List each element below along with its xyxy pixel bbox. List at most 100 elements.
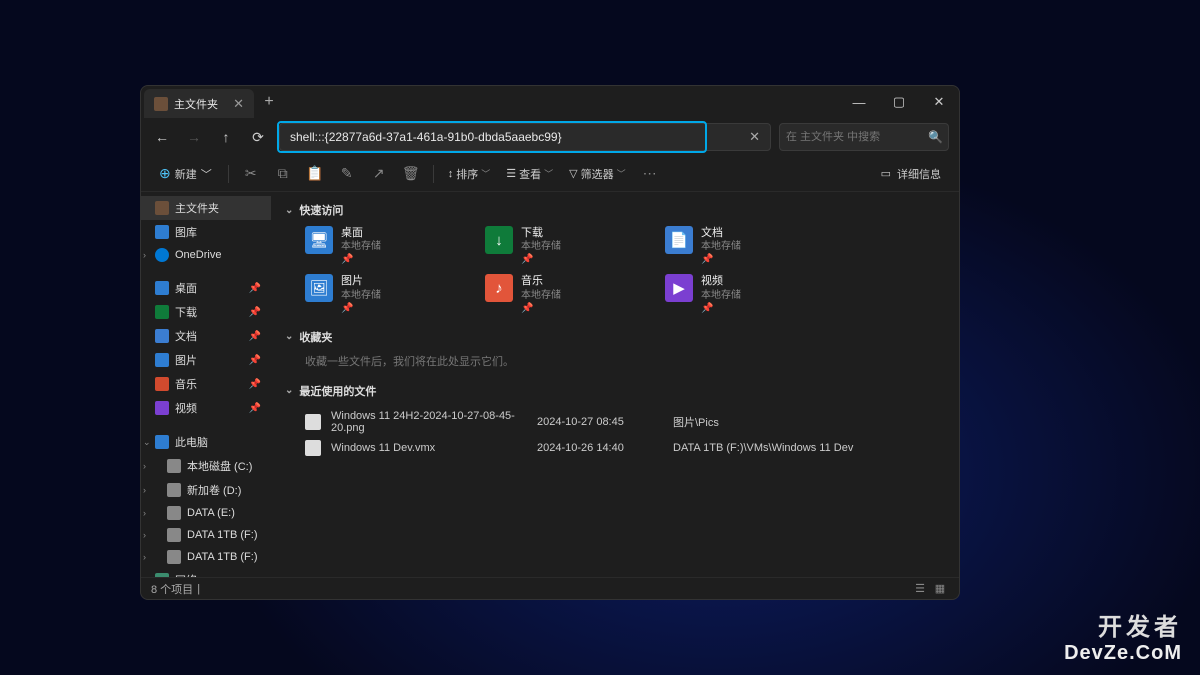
chevron-down-icon: ⌄: [285, 385, 293, 396]
delete-button[interactable]: 🗑: [397, 160, 425, 188]
search-icon: 🔍: [928, 130, 943, 144]
pin-icon: 📌: [341, 253, 381, 266]
item-count: 8 个项目: [151, 581, 193, 597]
search-input[interactable]: [786, 131, 928, 143]
sidebar-item-downloads[interactable]: 下载📌: [141, 300, 271, 324]
disk-icon: [167, 459, 181, 473]
chevron-down-icon: ﹀: [201, 166, 212, 182]
pin-icon[interactable]: 📌: [249, 355, 261, 366]
chevron-right-icon[interactable]: ›: [143, 461, 146, 471]
favorites-empty-text: 收藏一些文件后，我们将在此处显示它们。: [285, 353, 945, 369]
onedrive-icon: [155, 248, 169, 262]
quick-access-item[interactable]: ▶视频本地存储📌: [665, 274, 825, 314]
chevron-right-icon[interactable]: ›: [143, 530, 146, 540]
share-button[interactable]: ↗: [365, 160, 393, 188]
sidebar-item-network[interactable]: ›网络: [141, 568, 271, 577]
home-icon: [155, 201, 169, 215]
recent-file-row[interactable]: Windows 11 Dev.vmx2024-10-26 14:40DATA 1…: [305, 437, 945, 459]
document-icon: [155, 329, 169, 343]
view-grid-button[interactable]: ▦: [931, 581, 949, 597]
sidebar-item-drive[interactable]: ›DATA 1TB (F:): [141, 524, 271, 546]
details-pane-button[interactable]: ▭ 详细信息: [873, 162, 949, 186]
watermark: 开发者 DevZe.CoM: [1064, 607, 1182, 665]
tab-title: 主文件夹: [174, 96, 218, 112]
address-clear-icon[interactable]: ✕: [745, 129, 764, 145]
close-button[interactable]: ✕: [919, 86, 959, 118]
quick-access-item[interactable]: ♪音乐本地存储📌: [485, 274, 645, 314]
sidebar-item-gallery[interactable]: 图库: [141, 220, 271, 244]
home-icon: [154, 97, 168, 111]
new-tab-button[interactable]: +: [254, 86, 284, 118]
toolbar: ⊕ 新建 ﹀ ✂ ⧉ 📋 ✎ ↗ 🗑 ↕ 排序 ﹀ ☰ 查看 ﹀ ▽ 筛选器 ﹀…: [141, 156, 959, 192]
folder-icon: 🖼: [305, 274, 333, 302]
folder-icon: ↓: [485, 226, 513, 254]
sidebar-item-documents[interactable]: 文档📌: [141, 324, 271, 348]
pin-icon[interactable]: 📌: [249, 379, 261, 390]
view-list-button[interactable]: ☰: [911, 581, 929, 597]
quick-access-item[interactable]: 🖥桌面本地存储📌: [305, 226, 465, 266]
recent-file-row[interactable]: Windows 11 24H2-2024-10-27-08-45-20.png2…: [305, 407, 945, 437]
pin-icon: 📌: [701, 302, 741, 315]
maximize-button[interactable]: ▢: [879, 86, 919, 118]
pin-icon: 📌: [521, 253, 561, 266]
nav-bar: ← → ↑ ⟳ ✕ 🔍: [141, 118, 959, 156]
tab-home[interactable]: 主文件夹 ✕: [144, 89, 254, 118]
chevron-right-icon[interactable]: ›: [143, 485, 146, 495]
sidebar-item-this-pc[interactable]: ⌄此电脑: [141, 430, 271, 454]
disk-icon: [167, 483, 181, 497]
copy-button[interactable]: ⧉: [269, 160, 297, 188]
quick-access-item[interactable]: 📄文档本地存储📌: [665, 226, 825, 266]
sidebar-item-drive[interactable]: ›DATA 1TB (F:): [141, 546, 271, 568]
filter-button[interactable]: ▽ 筛选器 ﹀: [563, 162, 631, 186]
more-button[interactable]: ⋯: [636, 160, 664, 188]
view-button[interactable]: ☰ 查看 ﹀: [500, 162, 559, 186]
sidebar-item-drive[interactable]: ›本地磁盘 (C:): [141, 454, 271, 478]
up-button[interactable]: ↑: [215, 129, 237, 145]
chevron-right-icon[interactable]: ›: [143, 552, 146, 562]
sort-button[interactable]: ↕ 排序 ﹀: [442, 162, 497, 186]
quick-access-item[interactable]: ↓下载本地存储📌: [485, 226, 645, 266]
sidebar-item-videos[interactable]: 视频📌: [141, 396, 271, 420]
sidebar-item-onedrive[interactable]: ›OneDrive: [141, 244, 271, 266]
chevron-right-icon[interactable]: ›: [143, 250, 146, 260]
sidebar-item-desktop[interactable]: 桌面📌: [141, 276, 271, 300]
new-button[interactable]: ⊕ 新建 ﹀: [151, 161, 220, 186]
pin-icon[interactable]: 📌: [249, 331, 261, 342]
paste-button[interactable]: 📋: [301, 160, 329, 188]
view-icon: ☰: [506, 167, 516, 180]
pin-icon[interactable]: 📌: [249, 283, 261, 294]
chevron-down-icon[interactable]: ⌄: [143, 437, 151, 448]
content-area: ⌄快速访问 🖥桌面本地存储📌 ↓下载本地存储📌 📄文档本地存储📌 🖼图片本地存储📌 ♪音…: [271, 192, 959, 577]
favorites-header[interactable]: ⌄收藏夹: [285, 329, 945, 345]
chevron-right-icon[interactable]: ›: [143, 508, 146, 518]
file-icon: [305, 414, 321, 430]
recent-header[interactable]: ⌄最近使用的文件: [285, 383, 945, 399]
quick-access-header[interactable]: ⌄快速访问: [285, 202, 945, 218]
search-bar[interactable]: 🔍: [779, 123, 949, 151]
refresh-button[interactable]: ⟳: [247, 129, 269, 146]
forward-button[interactable]: →: [183, 129, 205, 145]
folder-icon: ▶: [665, 274, 693, 302]
pin-icon[interactable]: 📌: [249, 403, 261, 414]
address-input[interactable]: [286, 130, 745, 144]
cut-button[interactable]: ✂: [237, 160, 265, 188]
pin-icon[interactable]: 📌: [249, 307, 261, 318]
sidebar-item-pictures[interactable]: 图片📌: [141, 348, 271, 372]
sidebar-item-drive[interactable]: ›DATA (E:): [141, 502, 271, 524]
pc-icon: [155, 435, 169, 449]
tab-close-icon[interactable]: ✕: [233, 96, 244, 112]
quick-access-item[interactable]: 🖼图片本地存储📌: [305, 274, 465, 314]
video-icon: [155, 401, 169, 415]
address-bar[interactable]: ✕: [279, 123, 771, 151]
disk-icon: [167, 506, 181, 520]
sidebar-item-drive[interactable]: ›新加卷 (D:): [141, 478, 271, 502]
music-icon: [155, 377, 169, 391]
sidebar-item-home[interactable]: 主文件夹: [141, 196, 271, 220]
sidebar-item-music[interactable]: 音乐📌: [141, 372, 271, 396]
rename-button[interactable]: ✎: [333, 160, 361, 188]
minimize-button[interactable]: —: [839, 86, 879, 118]
back-button[interactable]: ←: [151, 129, 173, 145]
plus-icon: ⊕: [159, 165, 171, 182]
section-quick-access: ⌄快速访问 🖥桌面本地存储📌 ↓下载本地存储📌 📄文档本地存储📌 🖼图片本地存储📌 ♪音…: [285, 202, 945, 315]
chevron-right-icon[interactable]: ›: [143, 575, 146, 577]
